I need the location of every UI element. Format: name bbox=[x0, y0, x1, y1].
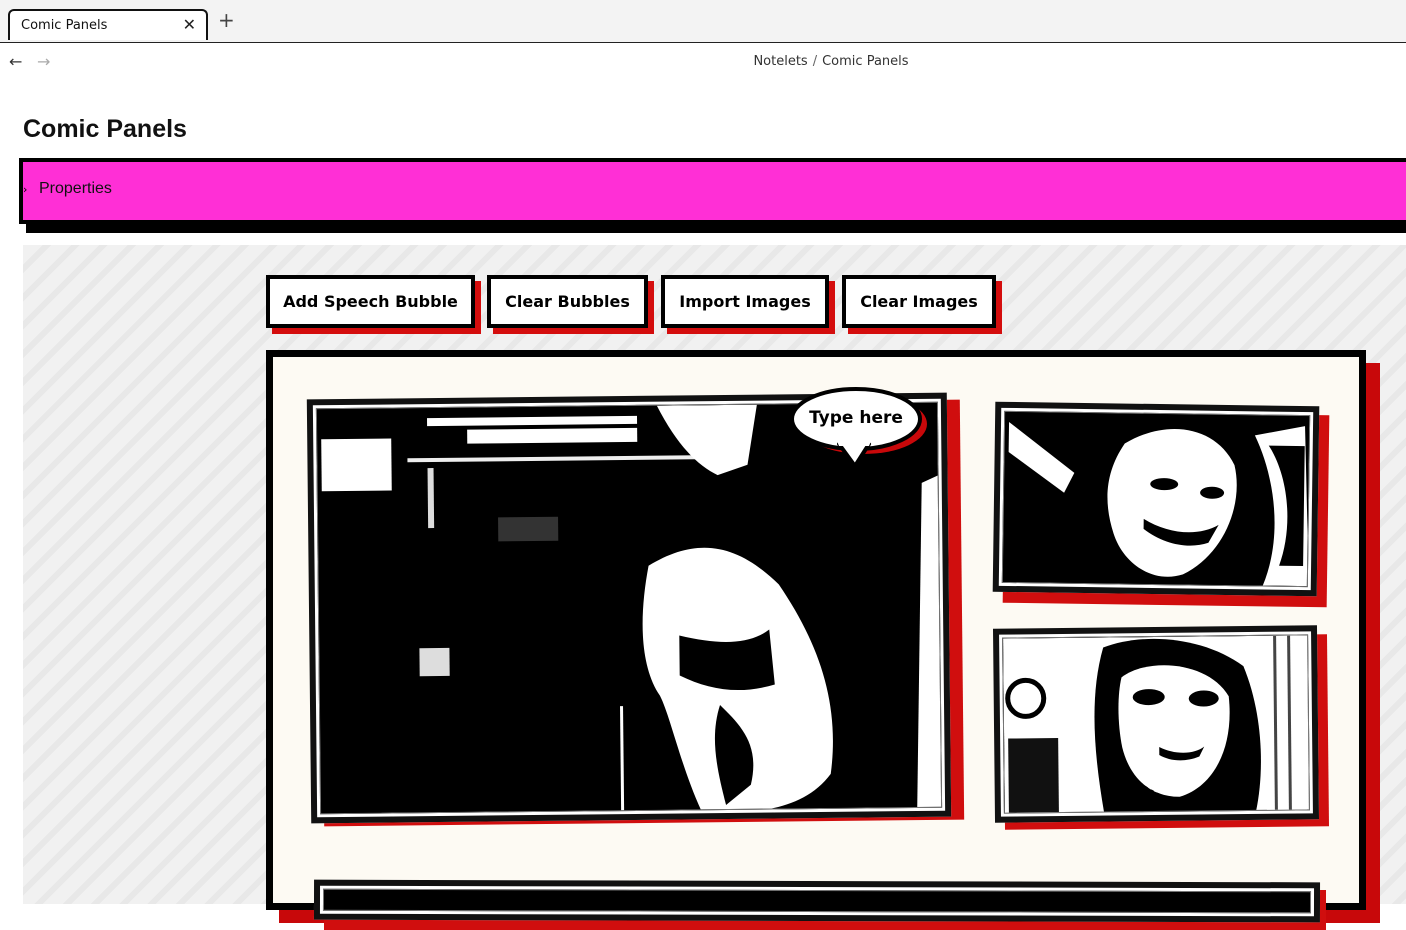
plus-icon[interactable]: + bbox=[218, 10, 235, 30]
clear-images-button[interactable]: Clear Images bbox=[842, 275, 996, 328]
top-right-panel-art bbox=[1002, 411, 1311, 588]
close-icon[interactable]: ✕ bbox=[183, 15, 196, 34]
page-title: Comic Panels bbox=[23, 115, 187, 143]
navigation-bar: ← → Notelets / Comic Panels bbox=[0, 43, 1406, 79]
middle-right-panel[interactable] bbox=[992, 625, 1320, 823]
active-tab[interactable]: Comic Panels ✕ bbox=[8, 9, 208, 40]
tab-title: Comic Panels bbox=[21, 18, 108, 33]
top-right-panel-image bbox=[1001, 410, 1311, 588]
properties-bar[interactable]: › Properties bbox=[19, 158, 1406, 224]
properties-label: Properties bbox=[39, 180, 112, 197]
bottom-panel[interactable] bbox=[313, 879, 1321, 923]
breadcrumb: Notelets / Comic Panels bbox=[0, 54, 1406, 69]
breadcrumb-separator: / bbox=[812, 54, 818, 69]
breadcrumb-parent[interactable]: Notelets bbox=[753, 54, 807, 69]
clear-bubbles-button[interactable]: Clear Bubbles bbox=[487, 275, 648, 328]
middle-right-panel-image bbox=[1002, 634, 1310, 814]
tab-bar: Comic Panels ✕ + bbox=[0, 0, 1406, 43]
add-speech-bubble-button[interactable]: Add Speech Bubble bbox=[266, 275, 475, 328]
import-images-button[interactable]: Import Images bbox=[661, 275, 829, 328]
middle-right-panel-art bbox=[1003, 635, 1310, 814]
chevron-right-icon[interactable]: › bbox=[23, 183, 27, 196]
bottom-panel-image bbox=[322, 888, 1312, 914]
speech-bubble-shape bbox=[790, 387, 927, 468]
speech-bubble-text[interactable]: Type here bbox=[789, 408, 923, 428]
breadcrumb-current: Comic Panels bbox=[822, 54, 909, 69]
speech-bubble[interactable]: Type here bbox=[789, 386, 927, 468]
top-right-panel[interactable] bbox=[992, 401, 1320, 597]
